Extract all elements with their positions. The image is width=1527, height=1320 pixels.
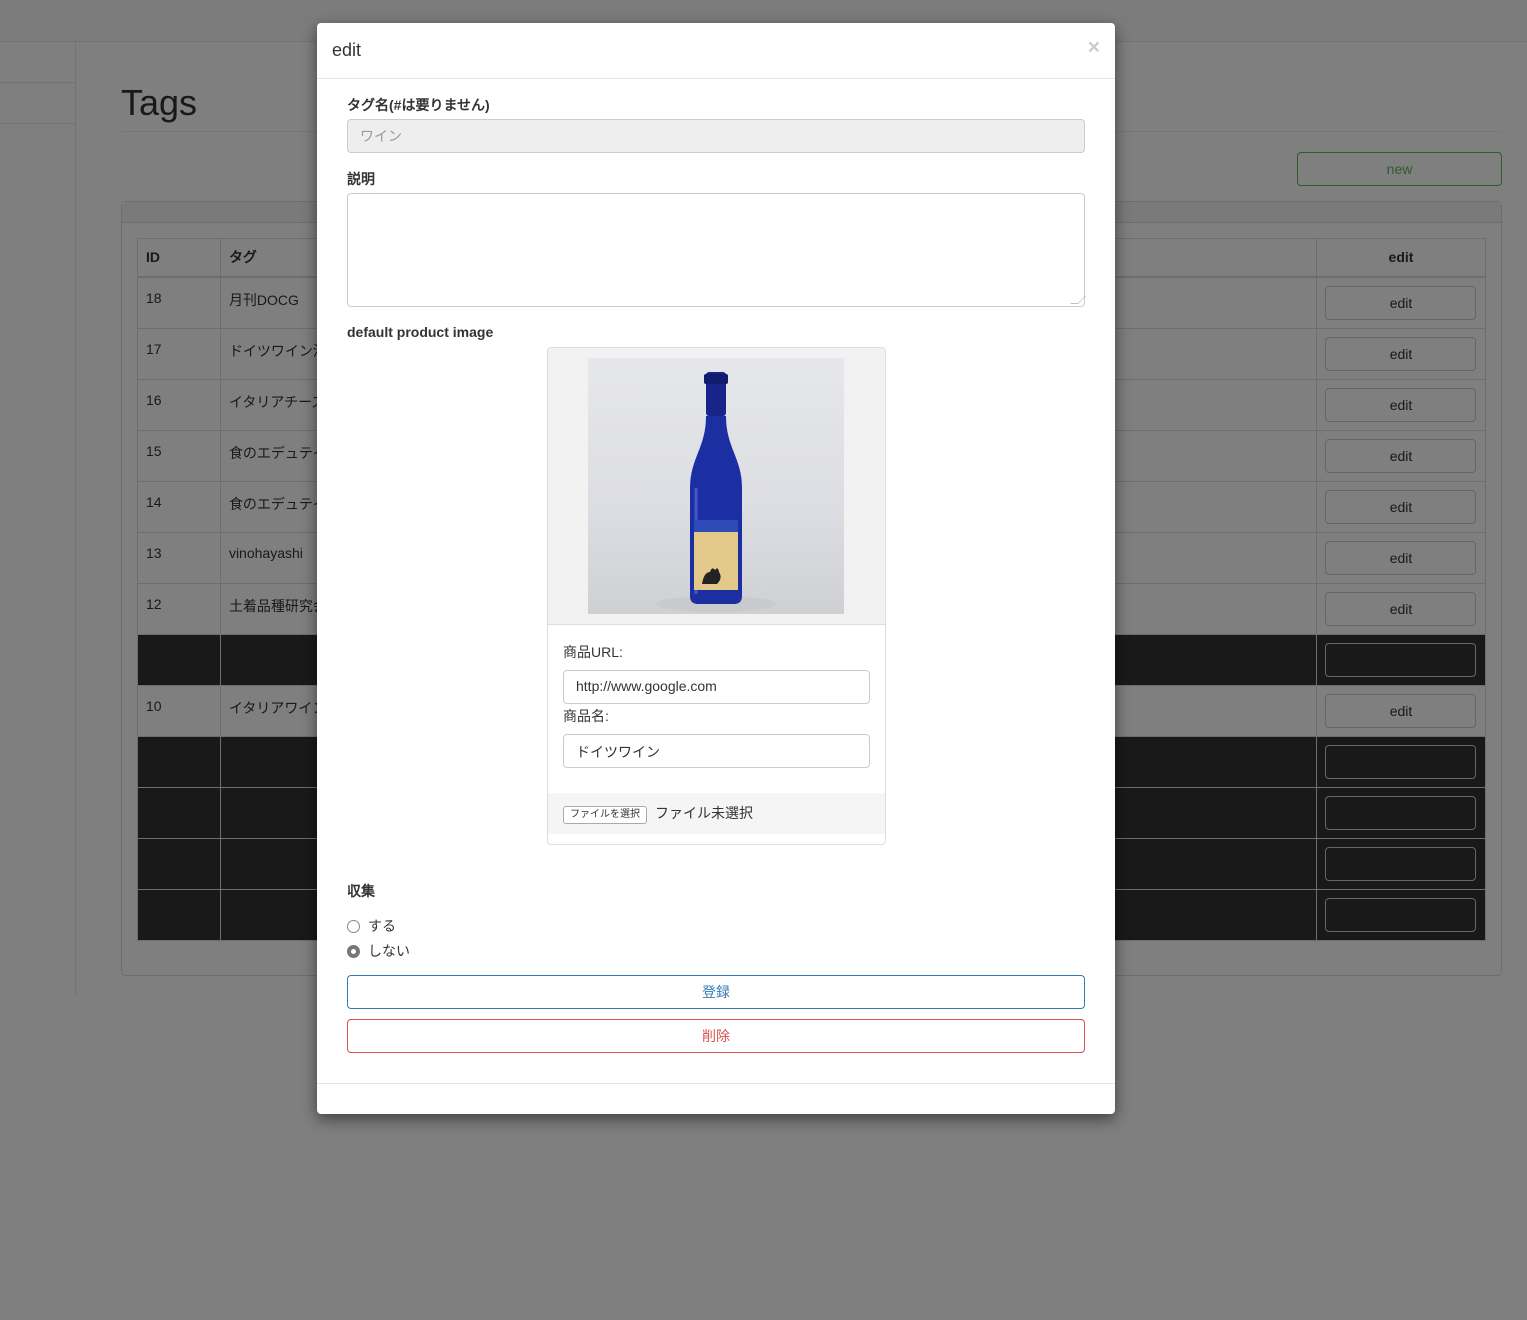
product-url-input[interactable]: http://www.google.com (563, 670, 870, 704)
edit-tag-modal: edit × タグ名(#は要りません) ワイン 説明 default produ… (317, 23, 1115, 1114)
collect-label: 収集 (347, 883, 375, 899)
register-button[interactable]: 登録 (347, 975, 1085, 1009)
collect-option-label: しない (368, 943, 410, 959)
product-image-area (548, 348, 885, 625)
file-upload-row: ファイルを選択 ファイル未選択 (548, 793, 885, 834)
product-photo (588, 358, 844, 614)
collect-option-label: する (368, 918, 396, 934)
tag-name-input[interactable]: ワイン (347, 119, 1085, 153)
file-status-text: ファイル未選択 (655, 805, 753, 821)
collect-option-no[interactable]: しない (347, 941, 410, 961)
collect-option-yes[interactable]: する (347, 916, 396, 936)
wine-bottle-image (656, 372, 776, 612)
description-label: 説明 (347, 171, 375, 187)
modal-header: edit × (317, 23, 1115, 79)
delete-button[interactable]: 削除 (347, 1019, 1085, 1053)
product-name-input[interactable]: ドイツワイン (563, 734, 870, 768)
tag-name-label: タグ名(#は要りません) (347, 97, 490, 113)
resize-grip-icon[interactable] (1070, 296, 1086, 304)
product-name-label: 商品名: (563, 708, 609, 724)
radio-checked-icon[interactable] (347, 944, 360, 958)
choose-file-button[interactable]: ファイルを選択 (563, 806, 647, 824)
radio-unchecked-icon[interactable] (347, 919, 360, 933)
product-image-label: default product image (347, 324, 494, 340)
product-thumbnail: 商品URL: http://www.google.com 商品名: ドイツワイン… (547, 347, 886, 845)
description-textarea[interactable] (347, 193, 1086, 307)
close-icon[interactable]: × (1088, 37, 1100, 58)
product-url-label: 商品URL: (563, 644, 623, 660)
modal-footer (317, 1083, 1115, 1084)
modal-title: edit (332, 40, 362, 60)
